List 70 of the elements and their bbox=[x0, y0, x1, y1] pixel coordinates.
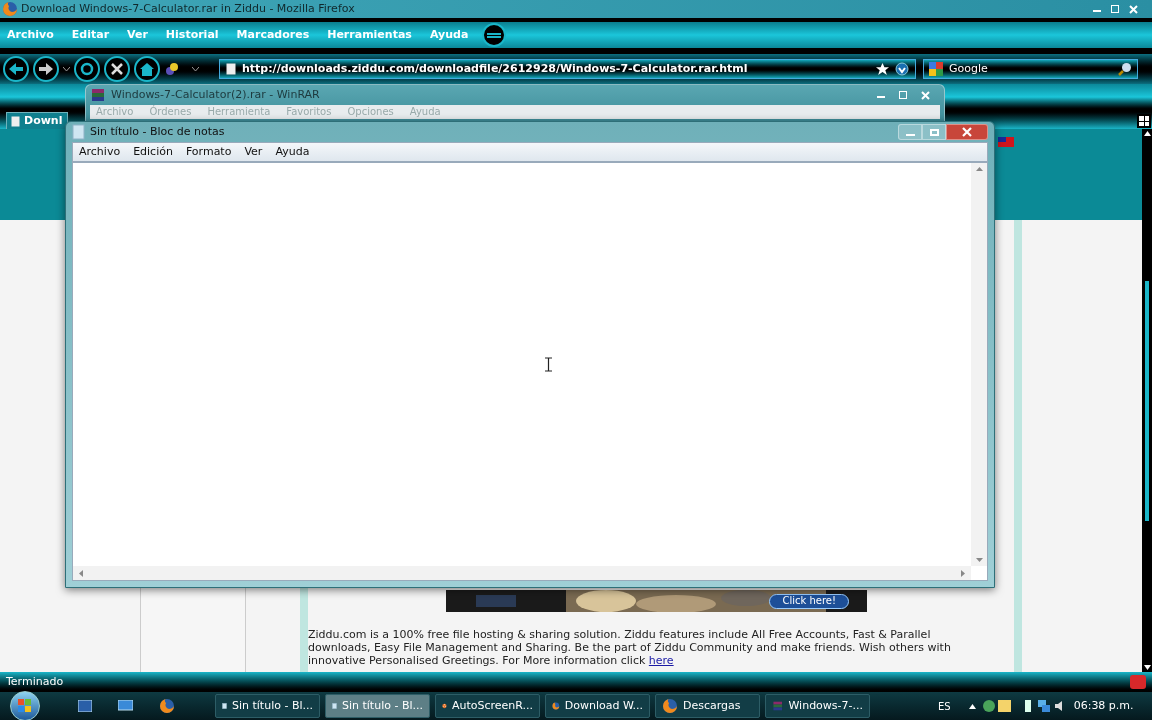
menu-item[interactable]: Formato bbox=[185, 143, 232, 161]
page-icon bbox=[226, 63, 236, 75]
stop-button[interactable] bbox=[104, 56, 130, 82]
window-title: Windows-7-Calculator(2).rar - WinRAR bbox=[111, 86, 320, 103]
caret-icon[interactable] bbox=[63, 67, 70, 71]
menu-item[interactable]: Archivo bbox=[79, 143, 121, 161]
horizontal-scrollbar[interactable] bbox=[73, 566, 971, 580]
network-icon[interactable] bbox=[1036, 699, 1051, 713]
taskbar-button[interactable]: Download W... bbox=[545, 694, 650, 718]
clock[interactable]: 06:38 p.m. bbox=[1073, 697, 1134, 715]
reload-icon bbox=[80, 62, 94, 76]
star-icon[interactable] bbox=[876, 62, 889, 76]
close-icon bbox=[962, 127, 972, 137]
menu-toggle-icon[interactable] bbox=[482, 23, 507, 47]
maximize-button[interactable] bbox=[1111, 5, 1119, 13]
description-paragraph: Ziddu.com is a 100% free file hosting & sharing solution. Ziddu features include All Free Accounts, Fast & Parallel downloads, Easy File Management and Sharing. Be the part of Ziddu Community and make friends. Wish others with innovative Personalised Greetings. For More information click here bbox=[308, 628, 952, 667]
search-engine-icon[interactable] bbox=[929, 62, 943, 76]
scroll-up-icon[interactable] bbox=[1143, 131, 1151, 136]
home-icon bbox=[140, 62, 154, 76]
page-icon bbox=[11, 115, 20, 127]
taskbar-button[interactable]: AutoScreenR... bbox=[435, 694, 540, 718]
text-cursor-icon bbox=[545, 357, 552, 372]
caret-icon[interactable] bbox=[192, 67, 199, 71]
reload-button[interactable] bbox=[74, 56, 100, 82]
status-text: Terminado bbox=[6, 673, 64, 690]
books-icon bbox=[90, 87, 106, 103]
close-button[interactable] bbox=[1129, 4, 1138, 14]
taskbar-button[interactable]: Sin título - Bl... bbox=[215, 694, 320, 718]
tab-list-icon[interactable] bbox=[1137, 114, 1151, 128]
page-scrollbar[interactable] bbox=[1142, 129, 1152, 672]
start-button[interactable] bbox=[10, 691, 40, 720]
back-button[interactable] bbox=[3, 56, 29, 82]
firefox-icon bbox=[662, 698, 678, 714]
url-field[interactable]: http://downloads.ziddu.com/downloadfile/2612928/Windows-7-Calculator.rar.html bbox=[219, 59, 916, 79]
menu-item[interactable]: Ver bbox=[244, 143, 263, 161]
window-title: Download Windows-7-Calculator.rar in Ziddu - Mozilla Firefox bbox=[21, 0, 355, 17]
forward-button[interactable] bbox=[33, 56, 59, 82]
maximize-button[interactable] bbox=[899, 91, 907, 99]
window-title: Sin título - Bloc de notas bbox=[90, 123, 225, 140]
firefox-icon bbox=[159, 698, 175, 714]
arrow-left-icon bbox=[9, 63, 23, 75]
search-icon[interactable] bbox=[1118, 62, 1132, 76]
scroll-down-icon[interactable] bbox=[1143, 665, 1151, 670]
ad-banner[interactable]: Click here! bbox=[446, 590, 867, 612]
home-button[interactable] bbox=[134, 56, 160, 82]
taskbar-button[interactable]: Descargas bbox=[655, 694, 760, 718]
show-desktop-icon[interactable] bbox=[78, 700, 92, 712]
firefox-icon bbox=[2, 1, 18, 17]
close-button[interactable] bbox=[946, 124, 988, 140]
language-indicator[interactable]: ES bbox=[938, 698, 951, 714]
scroll-left-icon[interactable] bbox=[79, 569, 83, 577]
browser-tab[interactable]: Downl bbox=[6, 112, 68, 129]
menu-item[interactable]: Ayuda bbox=[275, 143, 310, 161]
taskbar-button[interactable]: Windows-7-... bbox=[765, 694, 870, 718]
close-icon bbox=[111, 63, 123, 75]
menu-item[interactable]: Edición bbox=[133, 143, 173, 161]
scroll-thumb[interactable] bbox=[1145, 280, 1149, 521]
notepad-icon bbox=[72, 124, 85, 140]
addon-icon[interactable] bbox=[164, 61, 180, 77]
arrow-right-icon bbox=[39, 63, 53, 75]
monitor-icon[interactable] bbox=[118, 700, 133, 712]
windows-logo-icon bbox=[18, 699, 32, 713]
close-button[interactable] bbox=[921, 90, 930, 100]
search-field[interactable]: Google bbox=[949, 60, 1112, 78]
taskbar-button[interactable]: Sin título - Bl... bbox=[325, 694, 430, 718]
go-icon[interactable] bbox=[895, 62, 909, 76]
scroll-right-icon[interactable] bbox=[961, 569, 965, 577]
search-bar[interactable]: Google bbox=[923, 59, 1138, 79]
here-link[interactable]: here bbox=[648, 654, 674, 667]
show-hidden-icon[interactable] bbox=[968, 703, 976, 709]
